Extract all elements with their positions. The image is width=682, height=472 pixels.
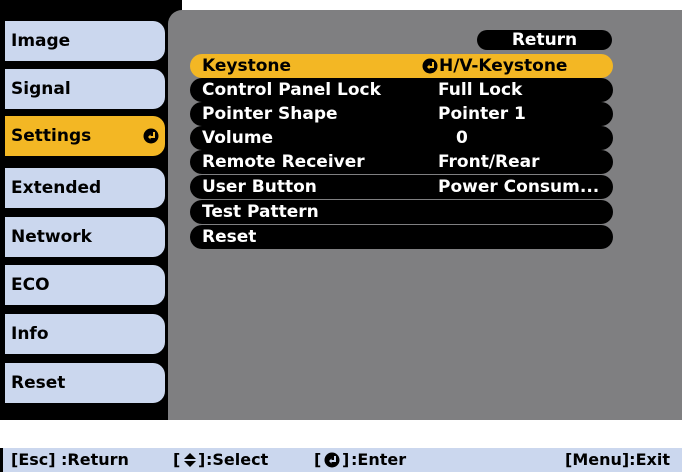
tab-label: Reset <box>11 373 66 393</box>
menu-row-value: Full Lock <box>438 80 523 100</box>
menu-row-label: Keystone <box>202 56 292 76</box>
help-enter-action: :Enter <box>351 450 407 469</box>
help-bar: [Esc] :Return [ ] :Select [ ] :Enter [Me… <box>0 448 682 472</box>
enter-icon <box>422 58 438 74</box>
tab-label: ECO <box>11 275 50 295</box>
menu-row-value: Front/Rear <box>438 152 540 172</box>
menu-row-label: Remote Receiver <box>202 152 365 172</box>
tab-reset[interactable]: Reset <box>5 363 165 403</box>
menu-row-value: 0 <box>456 128 468 148</box>
tab-label: Image <box>11 31 71 51</box>
help-select-close: ] <box>198 450 206 469</box>
menu-row-label: Pointer Shape <box>202 104 338 124</box>
menu-row-user-button[interactable]: User Button Power Consum... <box>190 175 613 199</box>
tab-extended[interactable]: Extended <box>5 168 165 208</box>
tab-signal[interactable]: Signal <box>5 69 165 109</box>
menu-row-remote-receiver[interactable]: Remote Receiver Front/Rear <box>190 150 613 174</box>
menu-row-control-panel-lock[interactable]: Control Panel Lock Full Lock <box>190 78 613 102</box>
projector-menu-screen: Image Signal Settings Extended Network E… <box>0 0 682 472</box>
tab-label: Network <box>11 227 92 247</box>
tab-image[interactable]: Image <box>5 21 165 61</box>
menu-row-value-wrap: H/V-Keystone <box>422 54 567 78</box>
menu-row-value: Power Consum... <box>438 177 600 197</box>
tab-label: Info <box>11 324 49 344</box>
menu-row-label: Volume <box>202 128 274 148</box>
menu-row-label: Control Panel Lock <box>202 80 381 100</box>
tab-label: Extended <box>11 178 102 198</box>
menu-row-pointer-shape[interactable]: Pointer Shape Pointer 1 <box>190 102 613 126</box>
help-enter-open: [ <box>314 450 322 469</box>
menu-row-value: Pointer 1 <box>438 104 526 124</box>
tab-settings[interactable]: Settings <box>5 116 165 156</box>
help-enter-close: ] <box>342 450 350 469</box>
help-esc-action: :Return <box>61 450 129 469</box>
menu-row-test-pattern[interactable]: Test Pattern <box>190 200 613 224</box>
menu-row-label: User Button <box>202 177 317 197</box>
tab-label: Settings <box>11 126 92 146</box>
tab-eco[interactable]: ECO <box>5 265 165 305</box>
help-menu-exit: [Menu]:Exit <box>565 450 670 469</box>
help-select-open: [ <box>173 450 181 469</box>
menu-row-value: H/V-Keystone <box>439 56 568 76</box>
up-down-arrow-icon <box>184 453 196 467</box>
menu-row-volume[interactable]: Volume 0 <box>190 126 613 150</box>
enter-icon <box>143 128 159 144</box>
help-select-action: :Select <box>206 450 269 469</box>
help-esc-key: [Esc] <box>11 450 56 469</box>
tab-label: Signal <box>11 79 71 99</box>
return-label: Return <box>511 30 578 50</box>
menu-row-label: Reset <box>202 227 257 247</box>
menu-row-label: Test Pattern <box>202 202 319 222</box>
tab-info[interactable]: Info <box>5 314 165 354</box>
tab-network[interactable]: Network <box>5 217 165 257</box>
menu-row-reset[interactable]: Reset <box>190 225 613 249</box>
enter-icon <box>324 452 340 468</box>
tab-column: Image Signal Settings Extended Network E… <box>0 0 182 420</box>
return-button[interactable]: Return <box>477 30 612 50</box>
menu-row-keystone[interactable]: Keystone H/V-Keystone <box>190 54 613 78</box>
